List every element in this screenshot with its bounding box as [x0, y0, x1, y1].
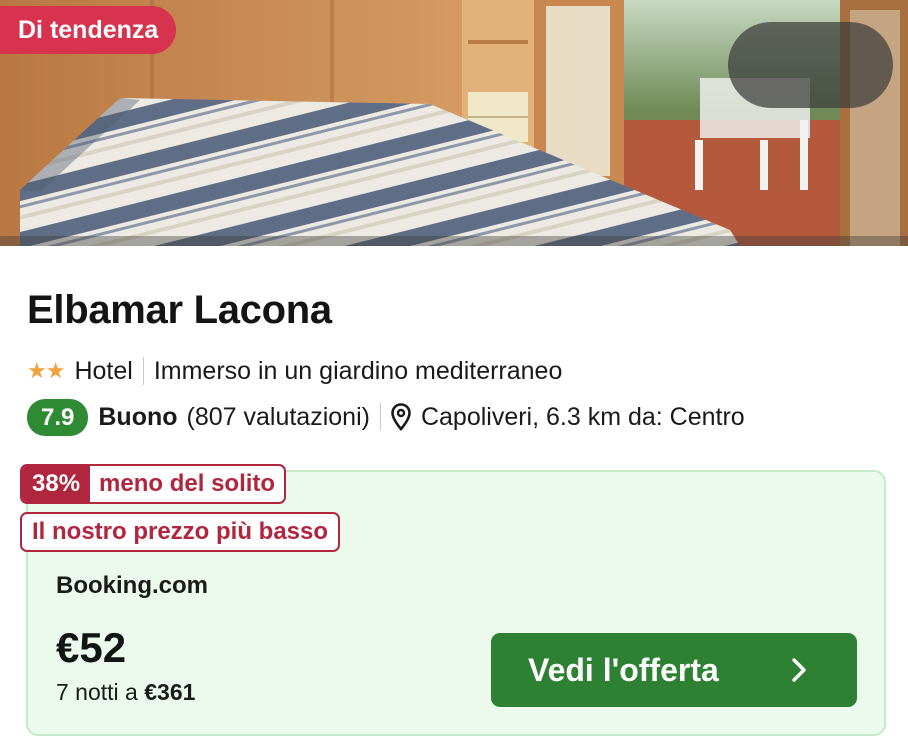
hotel-tagline: Immerso in un giardino mediterraneo: [153, 356, 563, 385]
hotel-type: Hotel: [74, 356, 133, 385]
hero-actions: [728, 22, 893, 108]
review-count[interactable]: (807 valutazioni): [187, 403, 370, 432]
star-rating-icon: ★★: [27, 358, 65, 383]
hotel-photo[interactable]: Di tendenza: [0, 0, 908, 246]
hotel-location[interactable]: Capoliveri, 6.3 km da: Centro: [421, 403, 745, 432]
location-pin-icon: [391, 403, 411, 431]
chevron-right-icon: [792, 658, 806, 682]
total-amount: €361: [144, 679, 196, 705]
nights-text: 7 notti a: [56, 679, 145, 705]
nightly-price: €52: [56, 624, 127, 671]
hotel-name[interactable]: Elbamar Lacona: [27, 288, 332, 333]
view-deal-label: Vedi l'offerta: [528, 652, 719, 688]
rating-row: 7.9 Buono (807 valutazioni) Capoliveri, …: [27, 397, 745, 437]
provider-name: Booking.com: [56, 572, 209, 599]
lowest-price-badge: Il nostro prezzo più basso: [20, 512, 341, 552]
view-deal-button[interactable]: Vedi l'offerta: [491, 633, 857, 707]
discount-percent: 38%: [22, 466, 91, 502]
discount-badge: 38% meno del solito: [20, 464, 287, 504]
divider: [379, 403, 381, 431]
heart-outline-icon: [809, 22, 908, 246]
hotel-meta-row: ★★ Hotel Immerso in un giardino mediterr…: [27, 355, 562, 387]
divider: [142, 357, 144, 385]
trending-badge: Di tendenza: [0, 6, 177, 54]
rating-score-badge: 7.9: [27, 398, 89, 436]
share-button[interactable]: [730, 22, 812, 108]
discount-text: meno del solito: [99, 470, 276, 497]
total-price: 7 notti a €361: [56, 679, 195, 706]
favorite-button[interactable]: [809, 22, 891, 108]
rating-label: Buono: [98, 402, 178, 431]
